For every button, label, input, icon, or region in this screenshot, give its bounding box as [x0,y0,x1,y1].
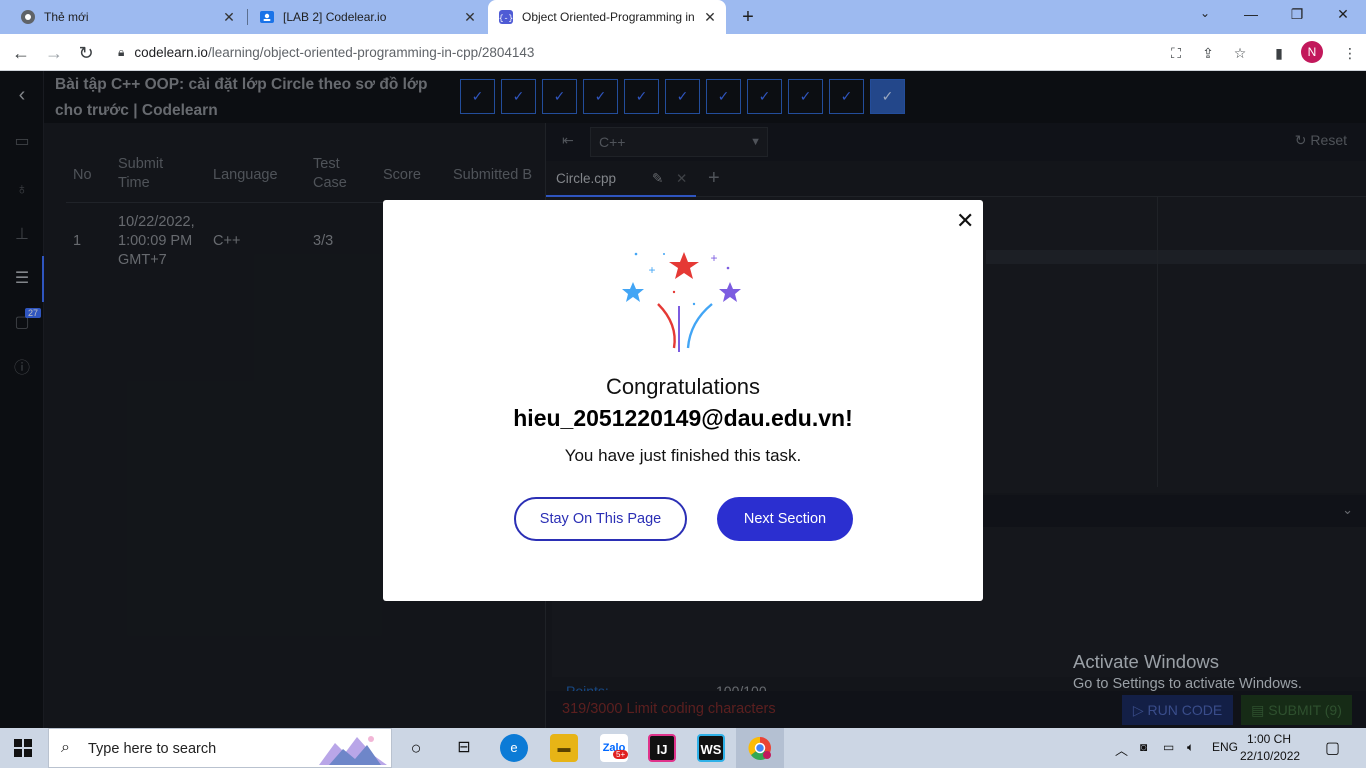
url-text: codelearn.io/learning/object-oriented-pr… [134,45,535,60]
classroom-icon [259,9,275,25]
dialog-heading: Congratulations [605,374,761,399]
forward-arrow-icon[interactable]: → [43,42,65,64]
tab-title: Object Oriented-Programming in [522,10,695,24]
minimize-icon[interactable]: — [1241,6,1261,22]
taskbar-clock[interactable]: 1:00 CH 22/10/2022 [1240,731,1301,765]
next-section-button[interactable]: Next Section [717,497,853,541]
browser-toolbar: ← → ↻ 🔒︎ codelearn.io/learning/object-or… [0,34,1366,71]
windows-taskbar: ⌕ Type here to search ○ ⊟ e ▬ Zalo 5+ IJ… [0,728,1366,768]
kebab-menu-icon[interactable]: ⋮ [1341,44,1359,62]
fireworks-icon: + + [622,251,741,352]
svg-text:{-}: {-} [499,15,513,24]
translate-icon[interactable]: ⛶ [1167,44,1185,62]
chrome-taskbar-icon[interactable] [746,734,774,762]
window-close-icon[interactable]: ✕ [1333,6,1353,23]
chrome-icon [20,9,36,25]
search-placeholder: Type here to search [88,741,217,757]
dialog-message: You have just finished this task. [564,446,802,465]
svg-text:+: + [648,263,655,277]
zalo-badge: 5+ [613,750,629,759]
restore-icon[interactable]: ❐ [1287,6,1307,23]
svg-text:+: + [710,251,717,265]
tray-chevron-icon[interactable]: ︿ [1115,740,1128,759]
address-bar[interactable]: 🔒︎ codelearn.io/learning/object-oriented… [108,39,1260,66]
reload-icon[interactable]: ↻ [75,42,97,64]
share-icon[interactable]: ⇪ [1199,44,1217,62]
tab-title: Thẻ mới [44,10,89,24]
close-tab-icon[interactable]: ✕ [221,9,237,25]
user-email: hieu_2051220149@dau.edu.vn! [513,405,853,431]
side-panel-icon[interactable]: ▮ [1270,44,1288,62]
tab-title: [LAB 2] Codelear.io [283,10,387,24]
intellij-icon[interactable]: IJ [648,734,676,762]
edge-icon[interactable]: e [500,734,528,762]
browser-tab-new-tab[interactable]: Thẻ mới ✕ [0,0,245,34]
windows-start-icon[interactable] [14,739,32,757]
taskbar-search[interactable]: ⌕ Type here to search [48,728,392,768]
widgets-icon[interactable]: ⊟ [450,734,478,762]
tab-search-chevron-icon[interactable]: ⌄ [1195,6,1215,20]
browser-tab-strip: Thẻ mới ✕ [LAB 2] Codelear.io ✕ {-} Obje… [0,0,1366,34]
stay-on-page-button[interactable]: Stay On This Page [514,497,687,541]
browser-tab-lab2[interactable]: [LAB 2] Codelear.io ✕ [249,0,486,34]
search-highlight-illustration-icon [319,736,387,765]
input-language[interactable]: ENG [1212,740,1238,754]
battery-icon[interactable]: ▭ [1163,740,1174,754]
browser-tab-active[interactable]: {-} Object Oriented-Programming in ✕ [488,0,726,34]
clock-date: 22/10/2022 [1240,749,1301,763]
clock-time: 1:00 CH [1246,732,1292,746]
new-tab-plus-icon[interactable]: + [737,6,759,29]
codelearn-icon: {-} [498,9,514,25]
back-arrow-icon[interactable]: ← [10,42,32,64]
congratulations-dialog: ✕ + + Congratulations hieu_2051220149@da… [383,200,983,601]
close-tab-icon[interactable]: ✕ [462,9,478,25]
task-view-icon[interactable]: ○ [402,734,430,762]
bookmark-star-icon[interactable]: ☆ [1231,44,1249,62]
close-dialog-icon[interactable]: ✕ [956,210,974,232]
search-icon: ⌕ [61,739,70,756]
webstorm-icon[interactable]: WS [697,734,725,762]
tray-camera-icon[interactable]: ◙ [1140,740,1147,754]
volume-icon[interactable]: 🔈︎ [1187,740,1194,755]
notifications-icon[interactable]: ▢ [1325,738,1340,758]
lock-icon: 🔒︎ [118,45,125,59]
file-explorer-icon[interactable]: ▬ [550,734,578,762]
profile-avatar[interactable]: N [1301,41,1323,63]
watermark-line1: Activate Windows [1073,651,1219,672]
close-tab-icon[interactable]: ✕ [702,9,718,25]
watermark-line2: Go to Settings to activate Windows. [1073,676,1302,692]
tab-separator [247,9,248,25]
activate-windows-watermark: Activate Windows Go to Settings to activ… [1073,651,1302,692]
